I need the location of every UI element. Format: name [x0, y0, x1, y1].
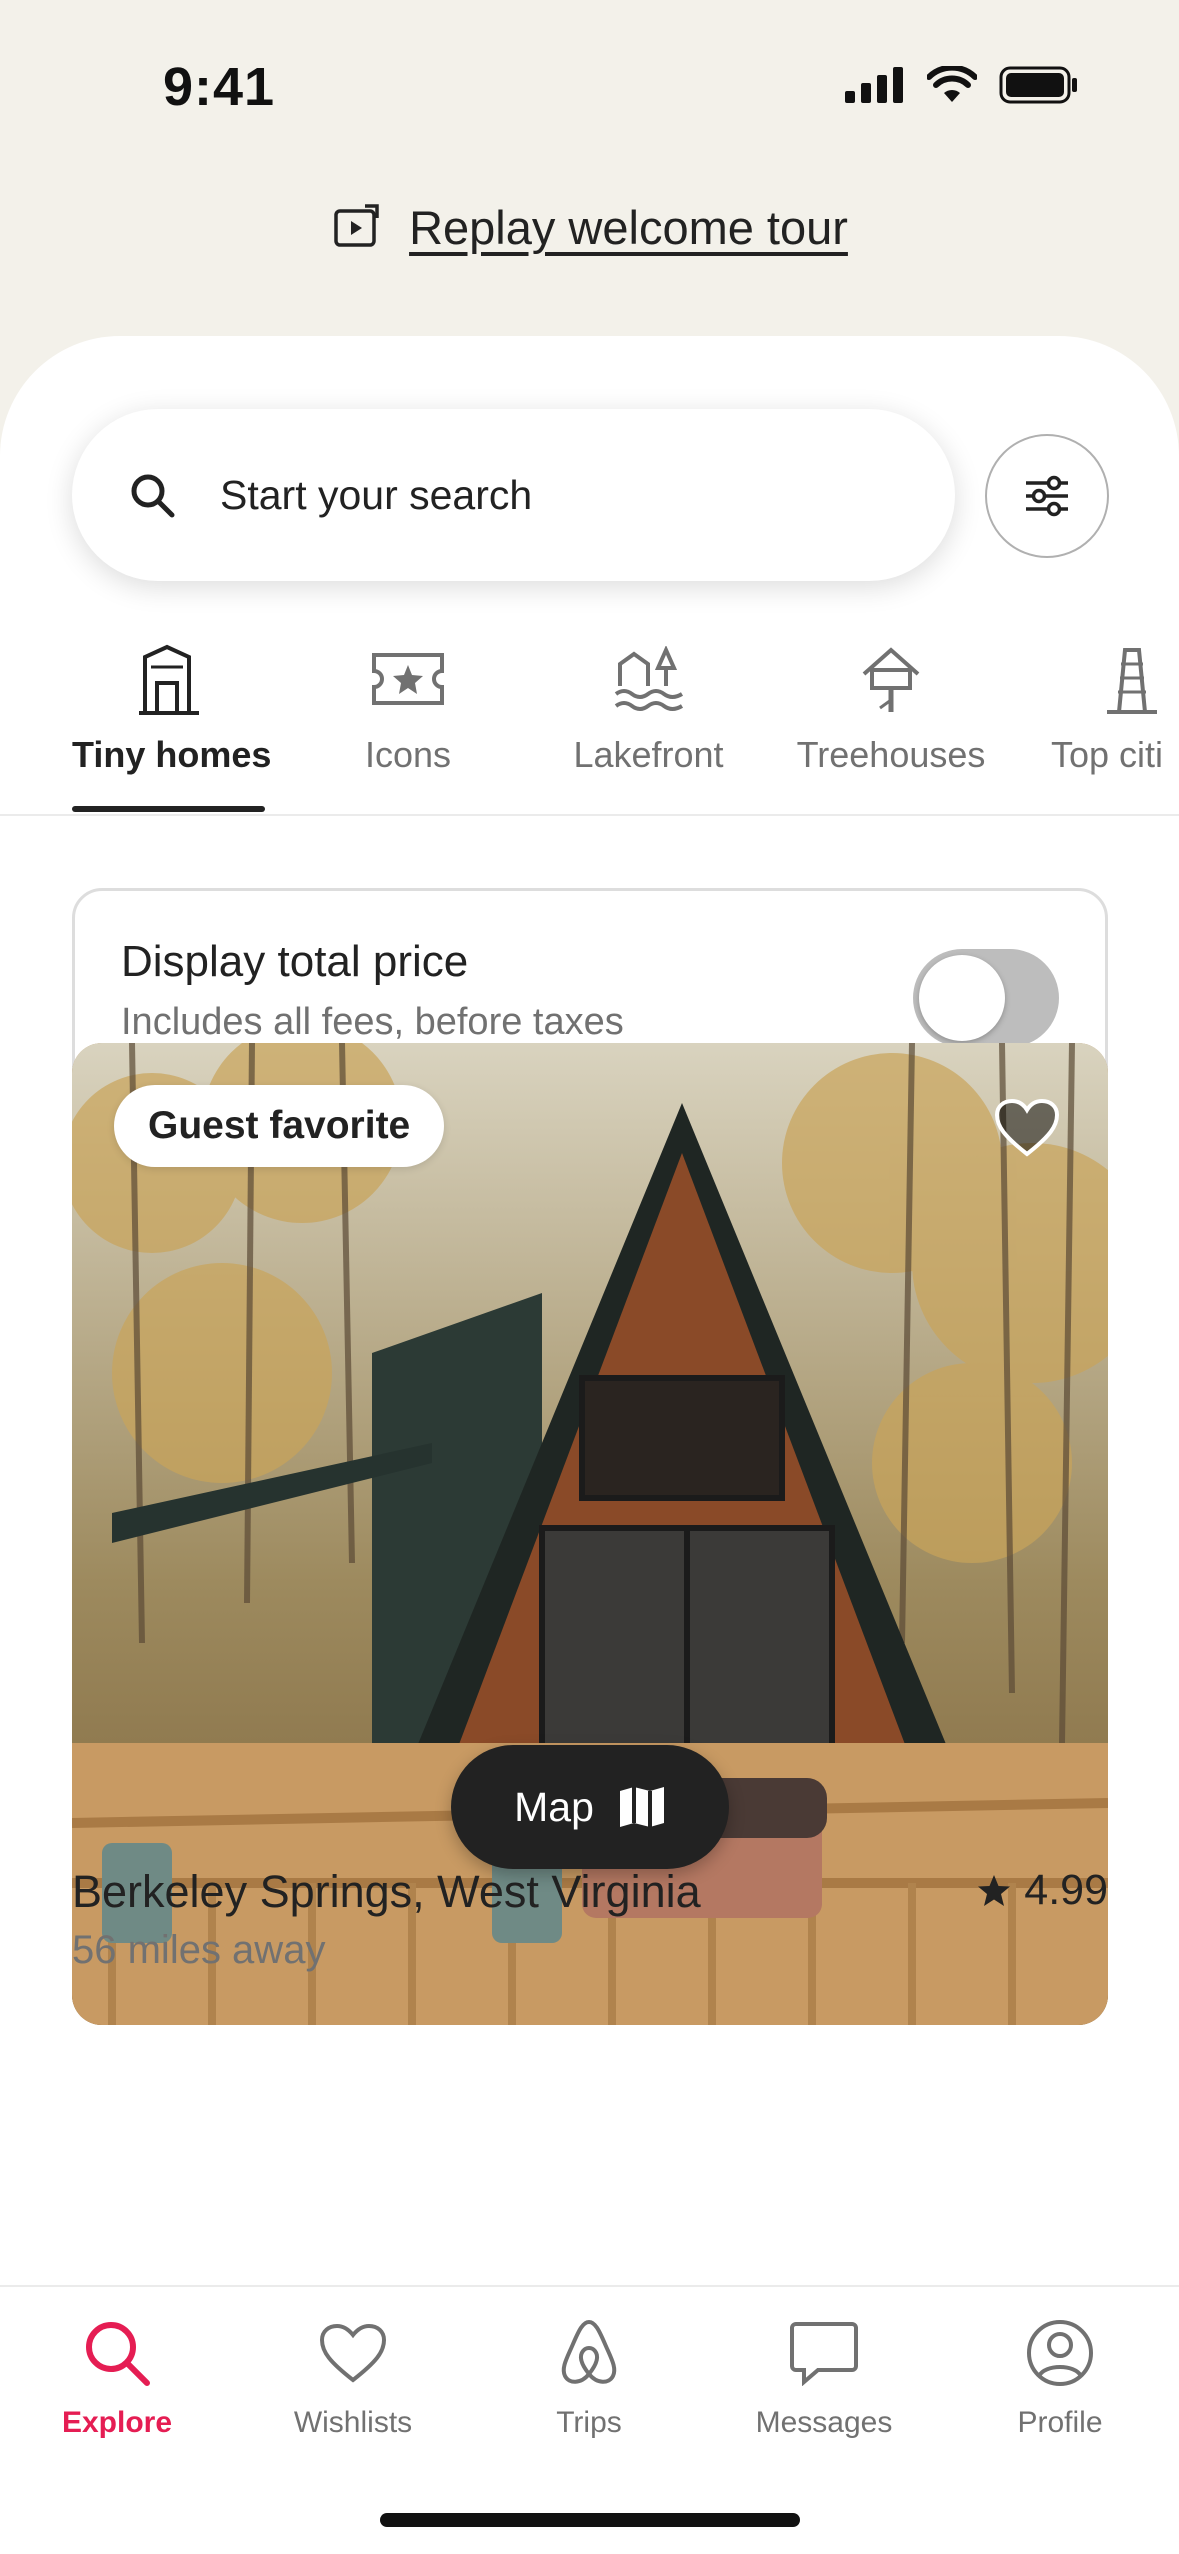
tab-label: Wishlists [293, 2406, 413, 2439]
explore-sheet: Start your search Tiny homes Icons Lakef… [0, 336, 1179, 2286]
search-icon [86, 2322, 150, 2386]
lakefront-icon [614, 645, 683, 711]
tab-explore[interactable]: Explore [17, 2312, 217, 2440]
tab-label: Trips [556, 2406, 622, 2439]
category-label: Icons [364, 734, 452, 775]
replay-welcome-tour-link[interactable]: Replay welcome tour [0, 200, 1179, 255]
wifi-icon [927, 66, 977, 102]
category-lakefront[interactable]: Lakefront [556, 631, 741, 776]
tower-icon [1107, 647, 1157, 714]
listing-title: Berkeley Springs, West Virginia [72, 1866, 701, 1917]
message-icon [790, 2322, 858, 2386]
search-placeholder: Start your search [220, 471, 533, 518]
toggle-knob [919, 955, 1005, 1041]
tab-label: Explore [61, 2406, 173, 2439]
category-label: Treehouses [796, 734, 986, 775]
category-top-cities[interactable]: Top citi [1051, 631, 1179, 776]
heart-icon [994, 1098, 1060, 1157]
listing-details[interactable]: Berkeley Springs, West Virginia 4.99 56 … [72, 1866, 1108, 1972]
map-button-label: Map [514, 1783, 594, 1830]
status-time: 9:41 [163, 57, 276, 117]
category-tiny-homes[interactable]: Tiny homes [72, 631, 272, 776]
category-icons[interactable]: Icons [333, 631, 483, 776]
tab-trips[interactable]: Trips [489, 2312, 689, 2440]
map-icon [619, 1787, 664, 1827]
map-button[interactable]: Map [451, 1745, 729, 1869]
replay-welcome-tour-label: Replay welcome tour [409, 201, 848, 254]
listing-rating: 4.99 [976, 1866, 1108, 1915]
category-divider [0, 814, 1179, 816]
tab-messages[interactable]: Messages [724, 2312, 924, 2440]
status-icons [845, 66, 1079, 104]
rating-value: 4.99 [1024, 1866, 1108, 1914]
tiny-home-icon [138, 644, 199, 715]
active-category-indicator [72, 806, 265, 812]
airbnb-logo-icon [561, 2319, 617, 2384]
guest-favorite-badge: Guest favorite [114, 1085, 445, 1167]
heart-outline-icon [319, 2323, 387, 2383]
signal-icon [845, 67, 903, 103]
category-tabs: Tiny homes Icons Lakefront Treehouses To… [0, 631, 1179, 811]
category-label: Top citi [1051, 734, 1164, 775]
category-label: Lakefront [573, 734, 724, 775]
tab-wishlists[interactable]: Wishlists [253, 2312, 453, 2440]
home-indicator[interactable] [380, 2513, 800, 2527]
replay-icon [334, 203, 379, 247]
search-bar[interactable]: Start your search [72, 409, 955, 581]
battery-icon [999, 66, 1077, 104]
profile-icon [1027, 2320, 1093, 2386]
treehouse-icon [862, 646, 920, 712]
filters-button[interactable] [985, 434, 1109, 558]
save-to-wishlist-button[interactable] [994, 1098, 1060, 1163]
tab-label: Messages [755, 2406, 893, 2439]
status-bar: 9:41 [0, 0, 1179, 175]
total-price-toggle[interactable] [913, 949, 1059, 1047]
category-treehouses[interactable]: Treehouses [793, 631, 989, 776]
star-icon [978, 1874, 1011, 1906]
tab-label: Profile [1017, 2406, 1103, 2439]
search-icon [131, 474, 175, 518]
filter-sliders-icon [1026, 475, 1068, 517]
star-ticket-icon [372, 652, 444, 705]
tab-profile[interactable]: Profile [960, 2312, 1160, 2440]
listing-distance: 56 miles away [72, 1928, 326, 1972]
category-label: Tiny homes [72, 734, 272, 775]
